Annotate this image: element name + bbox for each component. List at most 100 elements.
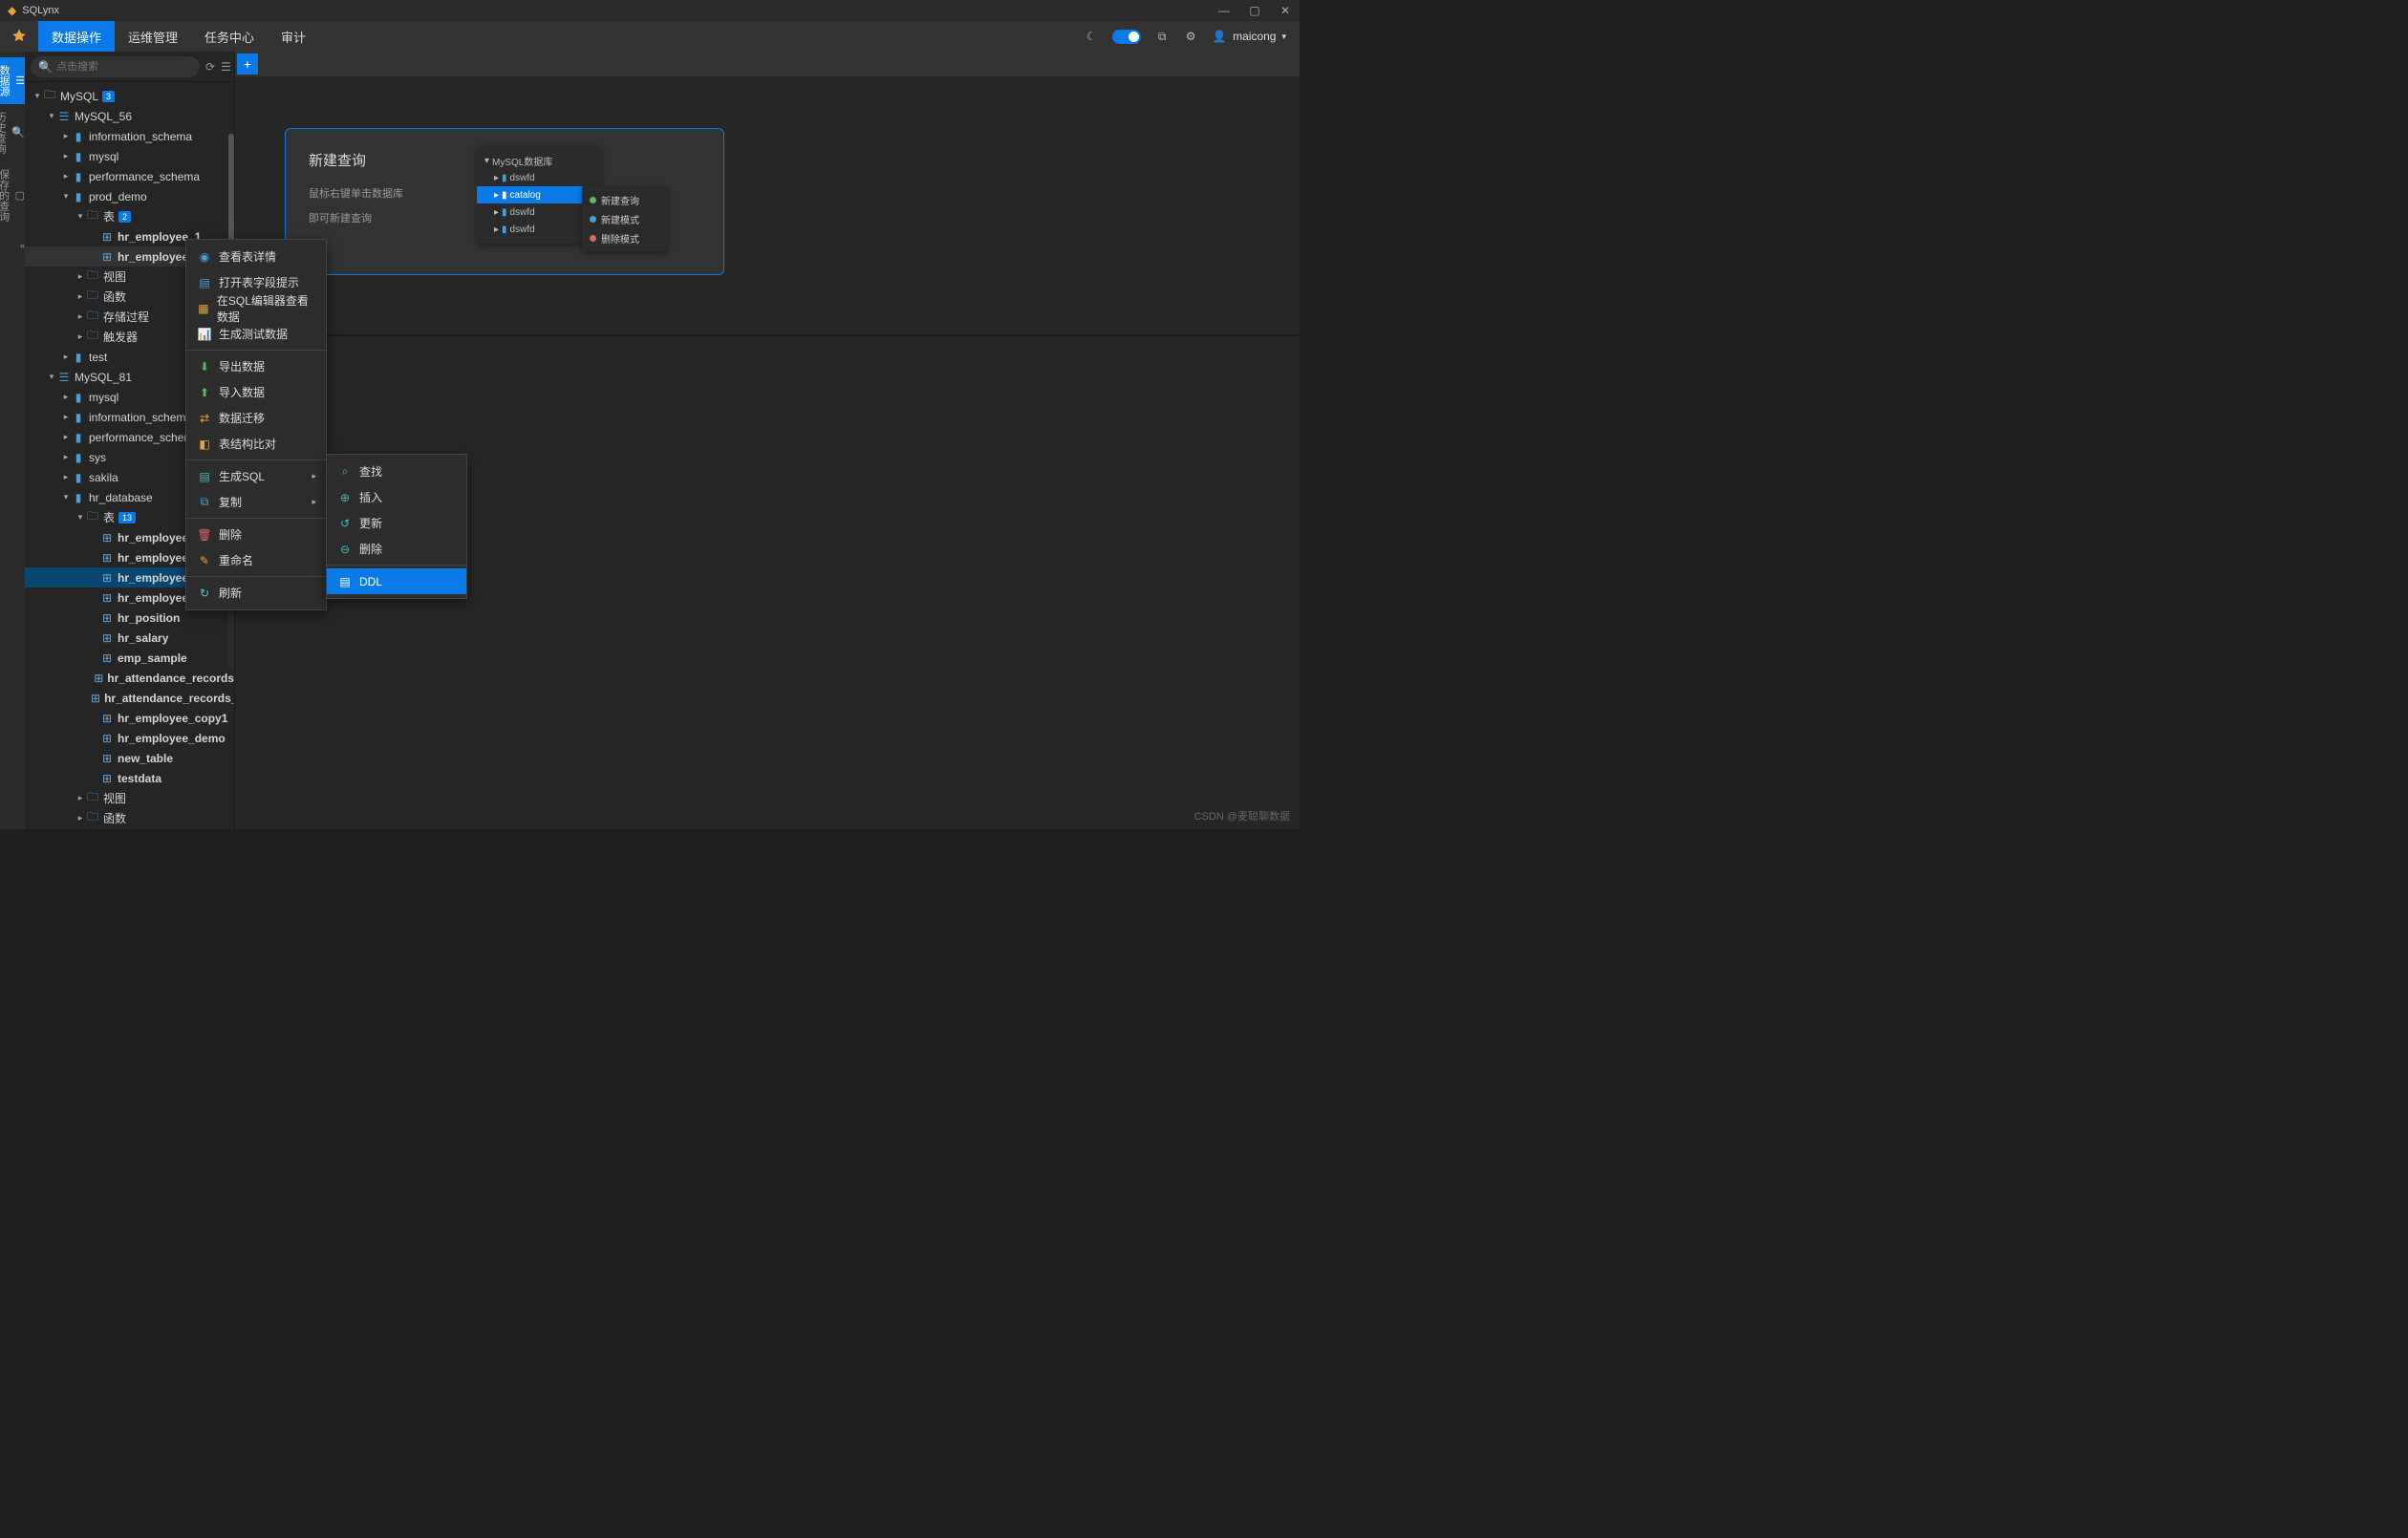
tree-label: hr_salary — [118, 631, 168, 645]
sub-update[interactable]: ↺更新 — [327, 510, 466, 536]
caret-icon: ▸ — [75, 331, 85, 342]
tree-label: sys — [89, 451, 106, 464]
tree-label: hr_employee_copy1 — [118, 712, 227, 725]
menu-om[interactable]: 运维管理 — [115, 21, 191, 52]
ctx-gen-sql[interactable]: ▤生成SQL▸ — [186, 463, 326, 489]
caret-icon: ▾ — [61, 191, 71, 202]
tree-label: 函数 — [103, 288, 126, 305]
tree-label: emp_sample — [118, 652, 187, 665]
database-icon: ☰ — [15, 75, 25, 88]
gen-sql-submenu: ⌕查找 ⊕插入 ↺更新 ⊖删除 ▤DDL — [326, 454, 467, 599]
sub-select[interactable]: ⌕查找 — [327, 459, 466, 484]
fold-icon-icon: 🗀 — [86, 290, 99, 304]
tree-row[interactable]: ▸ ▮ mysql — [25, 146, 234, 166]
chevron-down-icon: ▾ — [1281, 32, 1286, 42]
db-icon-icon: ▮ — [72, 491, 85, 504]
ctx-migrate[interactable]: ⇄数据迁移 — [186, 405, 326, 431]
menu-audit[interactable]: 审计 — [268, 21, 319, 52]
sql-icon: ▤ — [198, 470, 211, 483]
tree-label: MySQL — [60, 90, 98, 103]
window-titlebar: ◆ SQLynx — ▢ ✕ — [0, 0, 1300, 21]
tree-row[interactable]: ⊞ testdata — [25, 768, 234, 788]
tbl-icon-icon: ⊞ — [100, 732, 114, 745]
grid-icon: ▦ — [198, 302, 209, 315]
menu-tasks[interactable]: 任务中心 — [191, 21, 268, 52]
tree-row[interactable]: ⊞ hr_attendance_records — [25, 668, 234, 688]
menu-data-ops[interactable]: 数据操作 — [38, 21, 115, 52]
tree-row[interactable]: ▸ ▮ performance_schema — [25, 166, 234, 186]
sub-insert[interactable]: ⊕插入 — [327, 484, 466, 510]
ctx-gen-testdata[interactable]: 📊生成测试数据 — [186, 321, 326, 347]
tree-label: 视图 — [103, 790, 126, 806]
tree-row[interactable]: ⊞ hr_employee_demo — [25, 728, 234, 748]
caret-icon: ▸ — [75, 311, 85, 322]
tree-row[interactable]: ▾ 🗀 MySQL 3 — [25, 86, 234, 106]
tree-row[interactable]: ▸ 🗀 函数 — [25, 808, 234, 828]
tbl-icon-icon: ⊞ — [100, 611, 114, 625]
theme-toggle[interactable] — [1112, 30, 1141, 44]
settings-icon[interactable]: ⚙ — [1183, 29, 1198, 44]
refresh-icon[interactable]: ⟳ — [205, 60, 215, 74]
new-query-illustration: 新建查询 鼠标右键单击数据库 即可新建查询 ▾MySQL数据库 ▸▮dswfd … — [285, 128, 724, 275]
new-tab-button[interactable]: + — [237, 53, 258, 75]
migrate-icon: ⇄ — [198, 412, 211, 425]
ctx-rename[interactable]: ✎重命名 — [186, 547, 326, 573]
ctx-copy[interactable]: ⧉复制▸ — [186, 489, 326, 515]
illus-sub2: 即可新建查询 — [309, 210, 439, 225]
tree-label: 视图 — [103, 268, 126, 285]
search-input[interactable] — [56, 61, 192, 73]
search-box[interactable]: 🔍 — [31, 56, 200, 77]
tree-row[interactable]: ▸ ▮ information_schema — [25, 126, 234, 146]
tree-row[interactable]: ▸ 🗀 视图 — [25, 788, 234, 808]
tree-label: 函数 — [103, 810, 126, 826]
app-logo — [0, 21, 38, 52]
caret-icon: ▾ — [75, 512, 85, 523]
tree-row[interactable]: ⊞ hr_attendance_records_s — [25, 688, 234, 708]
tree-row[interactable]: ⊞ hr_position — [25, 608, 234, 628]
tbl-icon-icon: ⊞ — [100, 551, 114, 565]
refresh-icon: ↻ — [198, 587, 211, 600]
caret-icon: ▸ — [61, 151, 71, 161]
rail-datasource[interactable]: ☰ 数据源 » — [0, 57, 25, 104]
rail-saved[interactable]: ▢ 保存的查询 — [0, 161, 25, 229]
sub-delete[interactable]: ⊖删除 — [327, 536, 466, 562]
tree-row[interactable]: ⊞ new_table — [25, 748, 234, 768]
ctx-delete[interactable]: 🗑删除 — [186, 522, 326, 547]
tree-row[interactable]: ▾ ▮ prod_demo — [25, 186, 234, 206]
minimize-button[interactable]: — — [1217, 4, 1231, 17]
ctx-view-detail[interactable]: ◉查看表详情 — [186, 244, 326, 269]
chevron-right-icon: ▸ — [312, 497, 316, 507]
folder-icon-icon: 🗀 — [43, 90, 56, 103]
layout-icon[interactable]: ⧉ — [1154, 29, 1170, 44]
rail-collapse[interactable]: « — [0, 233, 25, 258]
tbl-icon-icon: ⊞ — [100, 571, 114, 585]
fold-icon-icon: 🗀 — [86, 210, 99, 224]
tree-label: hr_database — [89, 491, 153, 504]
ctx-view-in-editor[interactable]: ▦在SQL编辑器查看数据 — [186, 295, 326, 321]
close-button[interactable]: ✕ — [1279, 4, 1292, 17]
ctx-refresh[interactable]: ↻刷新 — [186, 580, 326, 606]
sidebar-toolbar: 🔍 ⟳ ☰ ⊕ — [25, 52, 234, 82]
select-icon: ⌕ — [338, 465, 352, 479]
tree-row[interactable]: ⊞ emp_sample — [25, 648, 234, 668]
tree-label: MySQL_56 — [75, 110, 132, 123]
maximize-button[interactable]: ▢ — [1248, 4, 1261, 17]
ctx-compare[interactable]: ◧表结构比对 — [186, 431, 326, 457]
count-badge: 2 — [118, 211, 131, 223]
user-menu[interactable]: 👤 maicong ▾ — [1212, 29, 1286, 44]
tree-row[interactable]: ▾ ☰ MySQL_56 — [25, 106, 234, 126]
trash-icon: 🗑 — [198, 528, 211, 542]
sub-ddl[interactable]: ▤DDL — [327, 568, 466, 594]
tree-label: test — [89, 351, 107, 364]
db-icon-icon: ▮ — [72, 471, 85, 484]
tree-row[interactable]: ⊞ hr_salary — [25, 628, 234, 648]
rail-history[interactable]: 🔍 历史查询 — [0, 104, 25, 161]
caret-icon: ▸ — [61, 352, 71, 362]
filter-icon[interactable]: ☰ — [221, 60, 231, 74]
ctx-export[interactable]: ⬇导出数据 — [186, 353, 326, 379]
tree-row[interactable]: ▾ 🗀 表 2 — [25, 206, 234, 226]
ctx-import[interactable]: ⬆导入数据 — [186, 379, 326, 405]
caret-icon: ▸ — [61, 452, 71, 462]
tree-label: performance_schema — [89, 431, 200, 444]
tree-row[interactable]: ⊞ hr_employee_copy1 — [25, 708, 234, 728]
